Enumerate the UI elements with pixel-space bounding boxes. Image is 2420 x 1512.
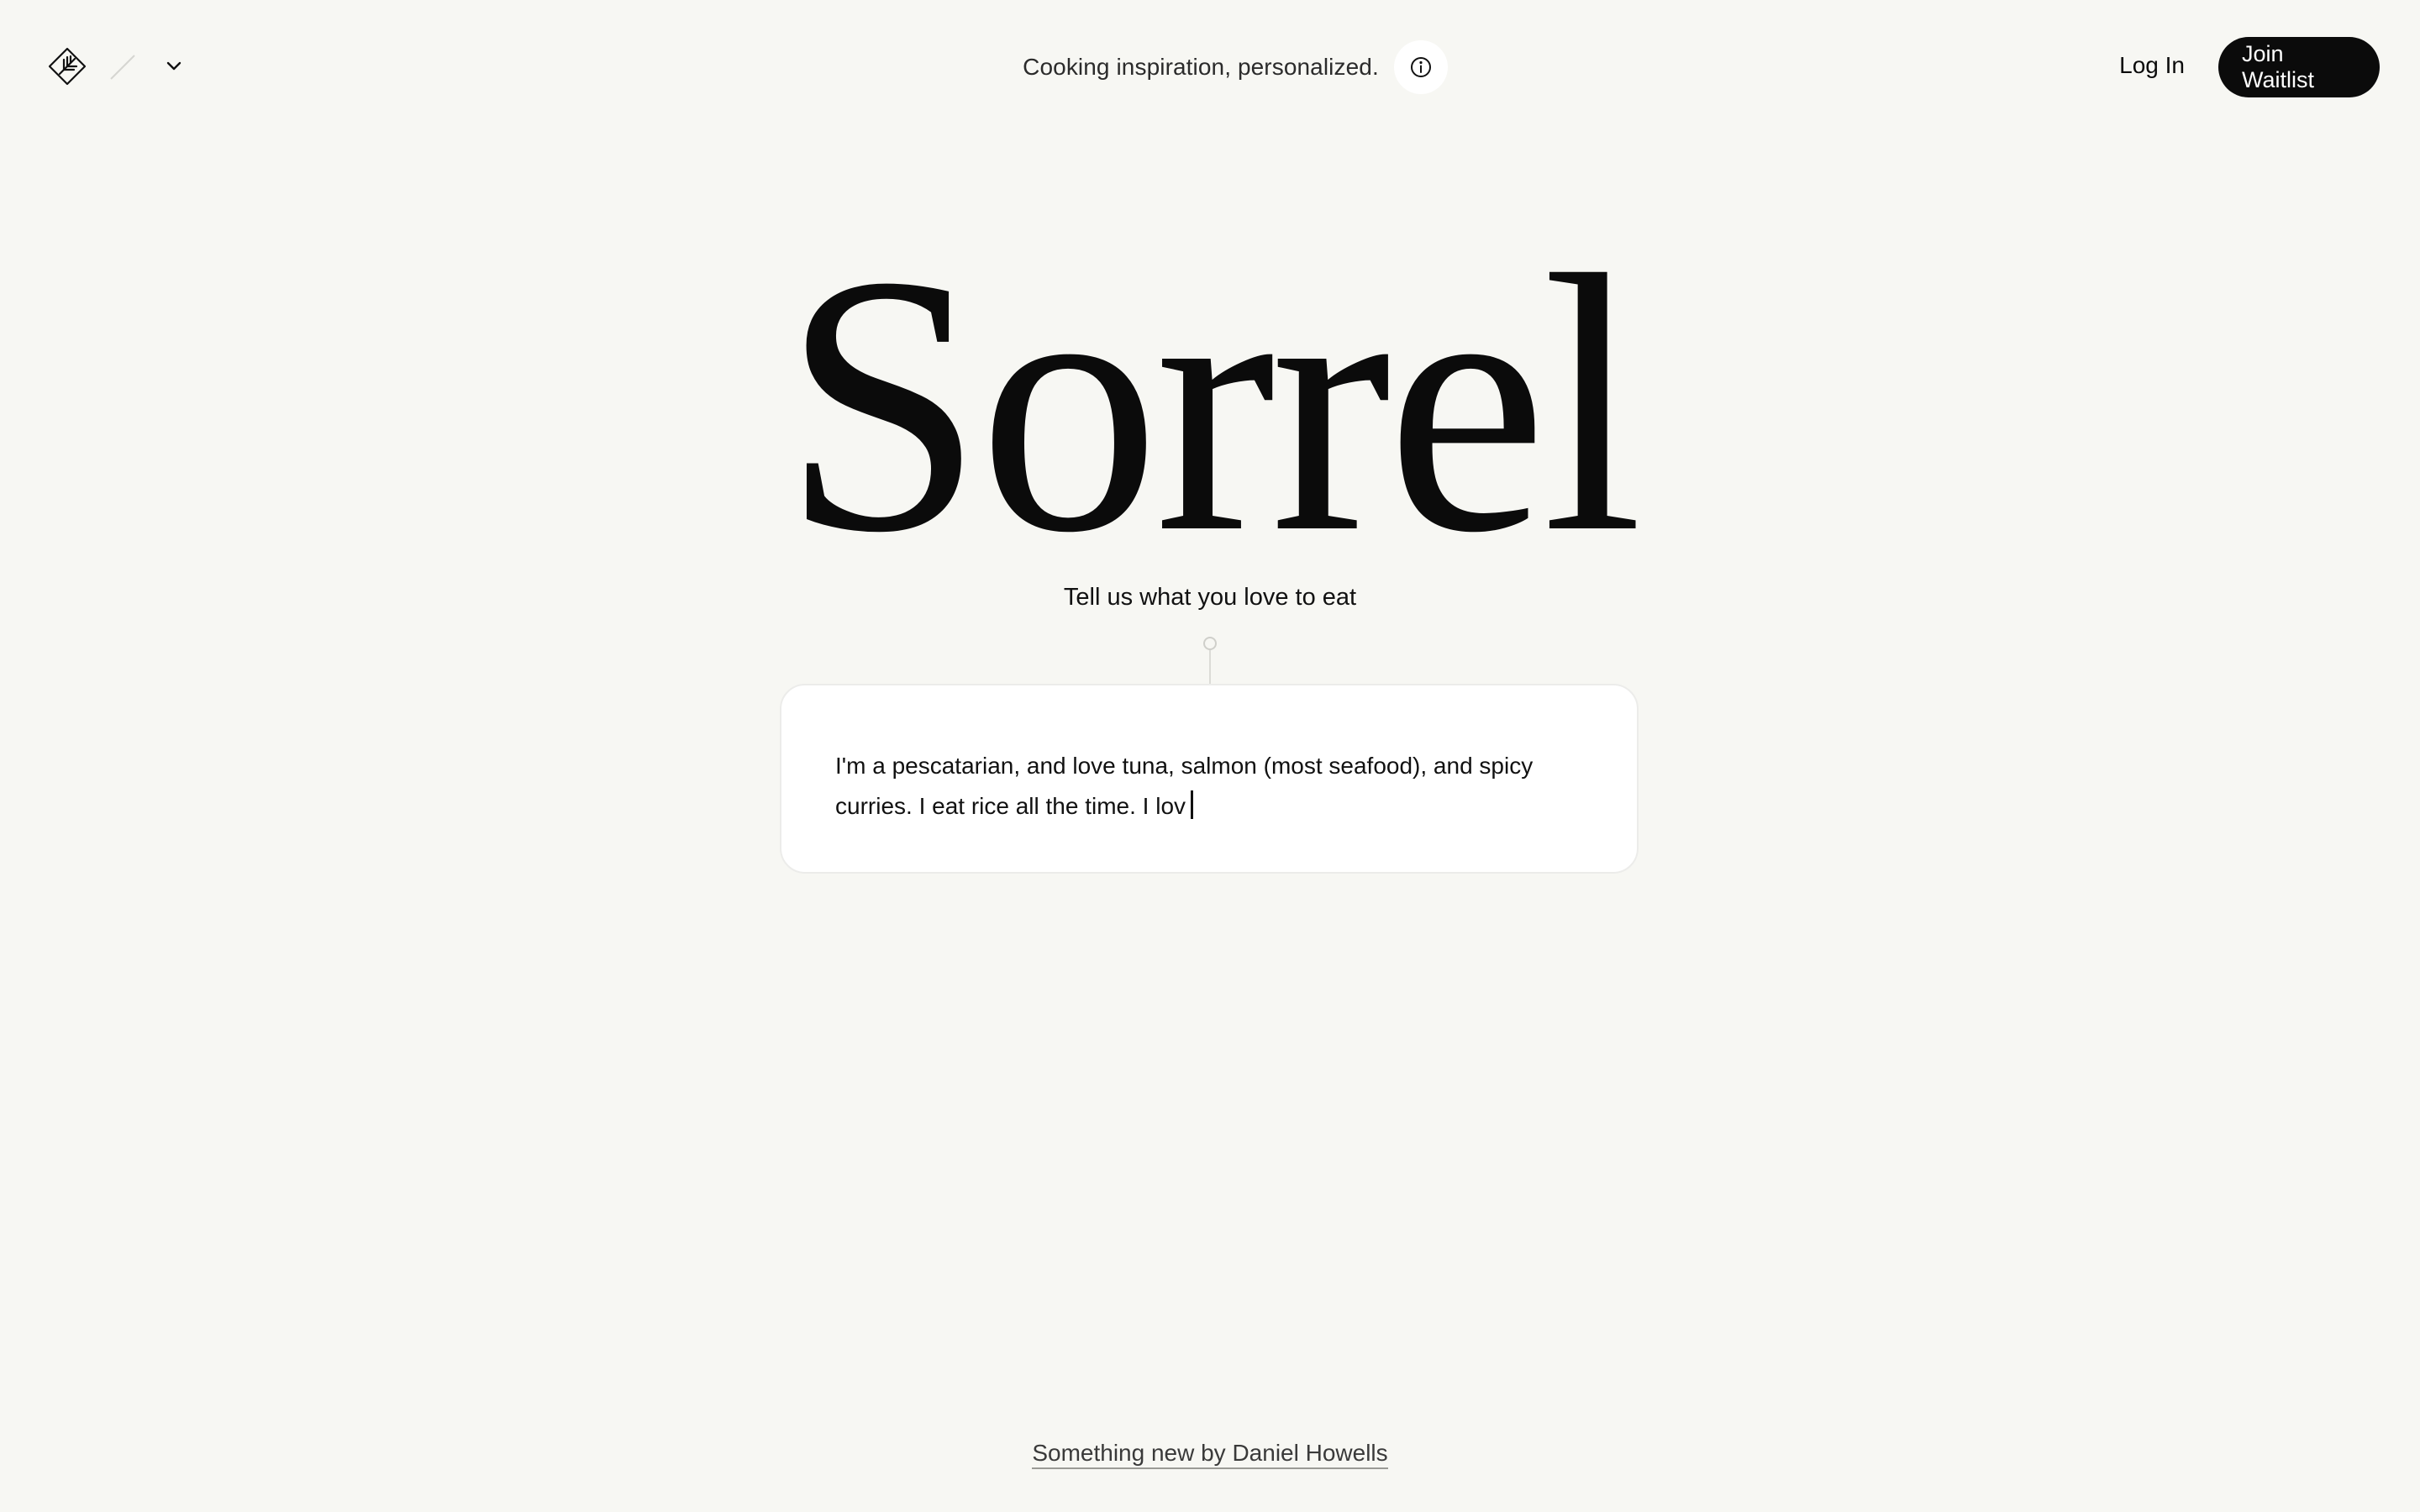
hero-title: Sorrel — [781, 200, 1643, 609]
text-caret — [1191, 790, 1194, 819]
hero-subtitle: Tell us what you love to eat — [1063, 584, 1357, 611]
credit-link[interactable]: Something new by Daniel Howells — [1032, 1440, 1388, 1469]
connector-dot — [1203, 637, 1217, 650]
info-circle-icon — [1410, 57, 1431, 77]
tagline-text: Cooking inspiration, personalized. — [1023, 54, 1379, 80]
login-link[interactable]: Log In — [2119, 52, 2185, 79]
join-waitlist-button[interactable]: Join Waitlist — [2218, 37, 2380, 97]
info-button[interactable] — [1393, 40, 1448, 94]
food-preferences-text: I'm a pescatarian, and love tuna, salmon… — [835, 753, 1534, 819]
connector-line — [1209, 650, 1211, 684]
footer: Something new by Daniel Howells — [0, 1440, 2420, 1469]
top-header: Cooking inspiration, personalized. Log I… — [0, 0, 2420, 134]
food-preferences-input[interactable]: I'm a pescatarian, and love tuna, salmon… — [780, 684, 1639, 874]
tagline-group: Cooking inspiration, personalized. — [0, 40, 2420, 94]
